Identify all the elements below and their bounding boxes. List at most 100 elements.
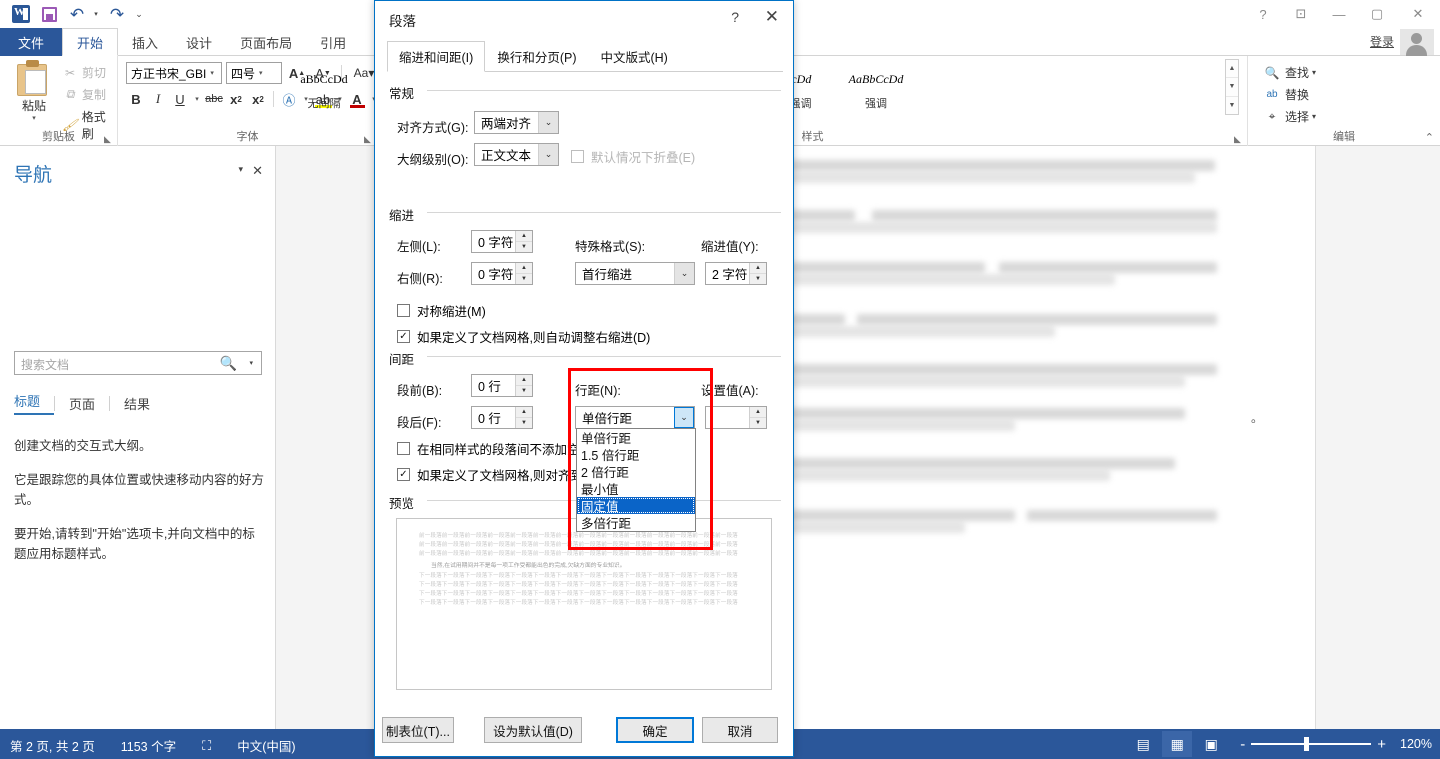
chevron-down-icon[interactable]: ▾ — [1312, 112, 1316, 121]
cancel-button[interactable]: 取消 — [702, 717, 778, 743]
zoom-thumb[interactable] — [1304, 737, 1310, 751]
chevron-down-icon[interactable]: ▾ — [1312, 68, 1316, 77]
word-count[interactable]: 1153 个字 — [121, 736, 176, 755]
nav-tab-pages[interactable]: 页面 — [55, 394, 109, 413]
underline-caret-icon[interactable]: ▾ — [192, 88, 202, 110]
auto-adjust-right-indent-checkbox[interactable]: ✓ 如果定义了文档网格,则自动调整右缩进(D) — [397, 327, 650, 346]
spinner-arrows[interactable]: ▲ ▼ — [749, 263, 766, 284]
zoom-in-button[interactable]: + — [1377, 736, 1386, 753]
line-spacing-at-spinner[interactable]: ▲ ▼ — [705, 406, 767, 429]
zoom-level[interactable]: 120% — [1400, 737, 1432, 751]
tab-file[interactable]: 文件 — [0, 28, 63, 56]
chevron-down-icon[interactable]: ⌄ — [674, 263, 694, 284]
tabs-button[interactable]: 制表位(T)... — [382, 717, 454, 743]
no-space-same-style-checkbox[interactable]: 在相同样式的段落间不添加空格 — [397, 439, 592, 458]
spinner-arrows[interactable]: ▲ ▼ — [515, 231, 532, 252]
customize-qat-icon[interactable]: ⌄ — [132, 2, 148, 26]
spinner-arrows[interactable]: ▲ ▼ — [515, 407, 532, 428]
styles-scroll-up-icon[interactable]: ▲ — [1226, 60, 1238, 79]
subscript-icon[interactable]: x2 — [226, 88, 246, 110]
undo-icon[interactable]: ↶ — [64, 2, 90, 26]
page-indicator[interactable]: 第 2 页, 共 2 页 — [10, 736, 95, 755]
ok-button[interactable]: 确定 — [616, 717, 694, 743]
tab-page-layout[interactable]: 页面布局 — [226, 28, 306, 56]
question-mark-icon[interactable]: ? — [731, 9, 739, 25]
left-indent-spinner[interactable]: 0 字符 ▲ ▼ — [471, 230, 533, 253]
dropdown-option-double[interactable]: 2 倍行距 — [577, 463, 695, 480]
space-before-spinner[interactable]: 0 行 ▲ ▼ — [471, 374, 533, 397]
bold-icon[interactable]: B — [126, 88, 146, 110]
navigation-pane-menu-icon[interactable]: ▾ — [238, 164, 243, 175]
styles-dialog-launcher[interactable]: ◣ — [1234, 134, 1243, 144]
minimize-icon[interactable]: — — [1320, 0, 1358, 28]
right-indent-spinner[interactable]: 0 字符 ▲ ▼ — [471, 262, 533, 285]
web-layout-button[interactable]: ▣ — [1196, 731, 1226, 757]
dialog-tab-indents-spacing[interactable]: 缩进和间距(I) — [387, 41, 486, 72]
paste-caret-icon[interactable]: ▾ — [10, 114, 58, 122]
spinner-arrows[interactable]: ▲ ▼ — [515, 263, 532, 284]
outline-level-combo[interactable]: 正文文本 ⌄ — [474, 143, 559, 166]
save-icon[interactable] — [36, 2, 62, 26]
dialog-tab-chinese-typography[interactable]: 中文版式(H) — [588, 41, 679, 72]
dropdown-option-exactly[interactable]: 固定值 — [577, 497, 695, 514]
dropdown-option-single[interactable]: 单倍行距 — [577, 429, 695, 446]
close-icon[interactable]: ✕ — [765, 7, 779, 27]
read-mode-button[interactable]: ▤ — [1128, 731, 1158, 757]
styles-scroll-down-icon[interactable]: ▼ — [1226, 78, 1238, 97]
underline-icon[interactable]: U — [170, 88, 190, 110]
set-as-default-button[interactable]: 设为默认值(D) — [484, 717, 582, 743]
superscript-icon[interactable]: x2 — [248, 88, 268, 110]
proofing-icon[interactable]: ⛶ — [202, 738, 211, 754]
find-button[interactable]: 🔍 查找 ▾ — [1264, 64, 1317, 81]
dialog-tab-line-page-breaks[interactable]: 换行和分页(P) — [485, 41, 588, 72]
zoom-slider[interactable]: - + — [1240, 736, 1386, 753]
select-button[interactable]: ⌖ 选择 ▾ — [1264, 108, 1316, 125]
tab-references[interactable]: 引用 — [306, 28, 360, 56]
clipboard-dialog-launcher[interactable]: ◣ — [104, 134, 113, 144]
font-size-combo[interactable]: 四号 ▾ — [226, 62, 282, 84]
navigation-pane-close-icon[interactable]: ✕ — [252, 163, 263, 179]
zoom-out-button[interactable]: - — [1240, 736, 1245, 753]
language-indicator[interactable]: 中文(中国) — [237, 736, 295, 755]
replace-button[interactable]: ab 替换 — [1264, 86, 1309, 103]
tab-insert[interactable]: 插入 — [118, 28, 172, 56]
line-spacing-combo[interactable]: 单倍行距 ⌄ — [575, 406, 695, 429]
maximize-icon[interactable]: ▢ — [1358, 0, 1396, 28]
sign-in-link[interactable]: 登录 — [1370, 33, 1394, 50]
line-spacing-dropdown-list[interactable]: 单倍行距 1.5 倍行距 2 倍行距 最小值 固定值 多倍行距 — [576, 428, 696, 532]
tab-design[interactable]: 设计 — [172, 28, 226, 56]
redo-icon[interactable]: ↷ — [104, 2, 130, 26]
undo-caret-icon[interactable]: ▾ — [92, 2, 102, 26]
styles-gallery-scroll[interactable]: ▲ ▼ ▼ — [1225, 59, 1239, 115]
paste-button[interactable]: 粘贴 ▾ — [10, 60, 58, 122]
alignment-combo[interactable]: 两端对齐 ⌄ — [474, 111, 559, 134]
ribbon-display-options-icon[interactable]: ⊡ — [1282, 0, 1320, 28]
spinner-arrows[interactable]: ▲ ▼ — [515, 375, 532, 396]
spinner-arrows[interactable]: ▲ ▼ — [749, 407, 766, 428]
nav-tab-headings[interactable]: 标题 — [14, 391, 55, 415]
help-icon[interactable]: ? — [1244, 0, 1282, 28]
chevron-down-icon[interactable]: ⌄ — [538, 112, 558, 133]
search-options-caret-icon[interactable]: ▾ — [249, 359, 253, 367]
collapsed-by-default-checkbox[interactable]: 默认情况下折叠(E) — [571, 147, 695, 166]
dropdown-option-at-least[interactable]: 最小值 — [577, 480, 695, 497]
indent-by-spinner[interactable]: 2 字符 ▲ ▼ — [705, 262, 767, 285]
space-after-spinner[interactable]: 0 行 ▲ ▼ — [471, 406, 533, 429]
zoom-track[interactable] — [1251, 737, 1372, 751]
strikethrough-icon[interactable]: abc — [204, 88, 224, 110]
styles-more-icon[interactable]: ▼ — [1226, 97, 1238, 114]
tab-home[interactable]: 开始 — [62, 28, 119, 56]
search-icon[interactable]: 🔍 — [220, 355, 237, 372]
avatar[interactable] — [1400, 29, 1434, 56]
close-icon[interactable]: ✕ — [1396, 0, 1440, 28]
dropdown-option-multiple[interactable]: 多倍行距 — [577, 514, 695, 531]
chevron-down-icon[interactable]: ⌄ — [538, 144, 558, 165]
mirror-indents-checkbox[interactable]: 对称缩进(M) — [397, 301, 486, 320]
copy-button[interactable]: ⧉ 复制 — [62, 86, 106, 103]
italic-icon[interactable]: I — [148, 88, 168, 110]
cut-button[interactable]: ✂ 剪切 — [62, 64, 106, 81]
style-item-emphasis[interactable]: AaBbCcDd 强调 — [830, 59, 922, 115]
font-dialog-launcher[interactable]: ◣ — [364, 134, 373, 144]
snap-to-grid-checkbox[interactable]: ✓ 如果定义了文档网格,则对齐到 — [397, 465, 583, 484]
print-layout-button[interactable]: ▦ — [1162, 731, 1193, 757]
